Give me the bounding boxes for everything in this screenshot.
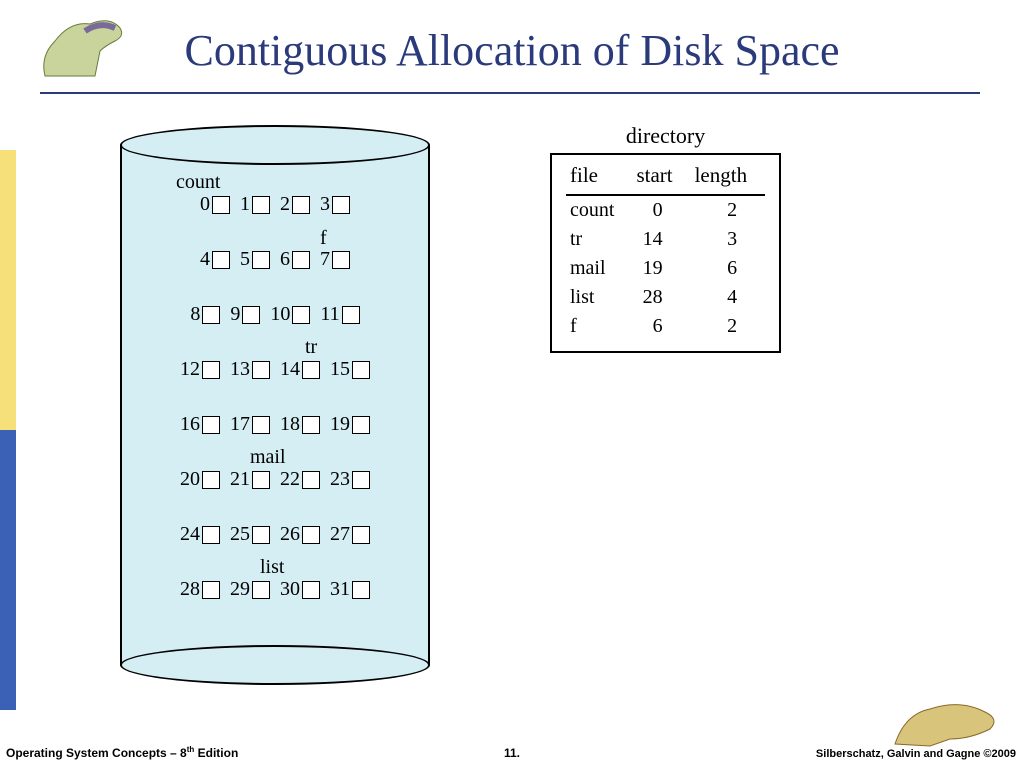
label-mail: mail xyxy=(250,446,286,469)
dinosaur-icon xyxy=(890,684,1010,754)
label-list: list xyxy=(260,556,284,579)
table-row: mail196 xyxy=(566,254,765,283)
table-row: tr143 xyxy=(566,225,765,254)
title-rule xyxy=(40,92,980,94)
directory-table: directory file start length count02 tr14… xyxy=(550,123,781,353)
table-row: f62 xyxy=(566,312,765,341)
page-title: Contiguous Allocation of Disk Space xyxy=(0,25,1024,76)
th-length: length xyxy=(691,161,766,195)
th-start: start xyxy=(632,161,690,195)
footer-left: Operating System Concepts – 8th Edition xyxy=(6,745,238,760)
label-tr: tr xyxy=(305,336,317,359)
label-f: f xyxy=(320,227,327,250)
figure: count 0 1 2 3 f 4 5 6 7 8 9 10 11 xyxy=(120,125,940,705)
footer: Operating System Concepts – 8th Edition … xyxy=(0,746,1024,760)
disk-blocks: count 0 1 2 3 f 4 5 6 7 8 9 10 11 xyxy=(120,193,430,633)
table-row: count02 xyxy=(566,195,765,225)
table-row: list284 xyxy=(566,283,765,312)
label-count: count xyxy=(176,171,220,194)
footer-right: Silberschatz, Galvin and Gagne ©2009 xyxy=(816,748,1016,760)
sidebar-accent xyxy=(0,150,16,710)
directory-title: directory xyxy=(550,123,781,149)
disk-cylinder: count 0 1 2 3 f 4 5 6 7 8 9 10 11 xyxy=(120,125,430,685)
th-file: file xyxy=(566,161,632,195)
